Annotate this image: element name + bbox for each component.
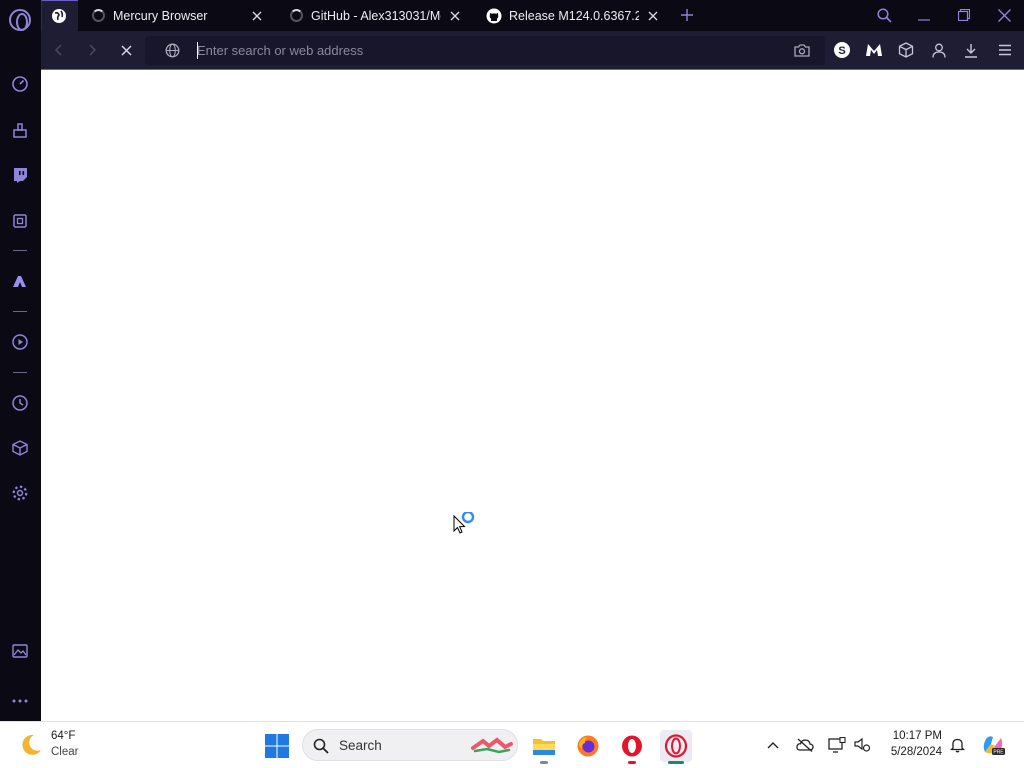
cpu-icon[interactable] [8,209,32,233]
weather-temperature[interactable]: 64°F [51,730,75,742]
sidebar [0,0,41,721]
loading-spinner [90,8,106,24]
clock-date[interactable]: 5/28/2024 [884,746,942,758]
text-caret [197,42,198,59]
tab-title: Release M124.0.6367.218 · [509,8,639,23]
network-display-icon[interactable] [827,735,847,755]
sidebar-separator [13,311,27,312]
close-icon[interactable] [645,8,661,24]
tab-search-icon[interactable] [872,4,896,26]
restore-button[interactable] [952,4,976,26]
gallery-icon[interactable] [8,639,32,663]
cloud-offline-icon[interactable] [795,735,815,755]
extensions-cube-icon[interactable] [896,40,916,60]
svg-text:S: S [838,45,845,57]
history-icon[interactable] [8,391,32,415]
s-extension-icon[interactable]: S [832,40,852,60]
tab-release[interactable]: Release M124.0.6367.218 · [477,0,669,31]
clock-time[interactable]: 10:17 PM [884,730,942,742]
camera-icon[interactable] [794,43,810,62]
opera-icon[interactable] [616,730,648,764]
svg-text:PRE: PRE [993,750,1004,756]
tab-github[interactable]: GitHub - Alex313031/Merc [279,0,471,31]
github-icon [486,8,502,24]
chevron-up-icon[interactable] [763,735,783,755]
toolbar: S [41,31,1024,70]
settings-icon[interactable] [8,481,32,505]
address-bar[interactable] [145,36,825,65]
box-icon[interactable] [8,436,32,460]
profile-icon[interactable] [929,40,949,60]
twitch-icon[interactable] [8,163,32,187]
player-icon[interactable] [8,330,32,354]
browser-logo-icon[interactable] [9,9,31,31]
download-icon[interactable] [961,40,981,60]
tab-strip: Mercury Browser GitHub - Alex313031/Merc… [41,0,1024,31]
file-explorer-icon[interactable] [528,730,560,764]
copilot-icon[interactable]: PRE [980,732,1006,758]
new-tab-button[interactable] [677,5,697,25]
close-icon[interactable] [447,8,463,24]
tab-title: GitHub - Alex313031/Merc [311,8,441,23]
aria-icon[interactable] [8,269,32,293]
tab-mercury-browser[interactable]: Mercury Browser [81,0,273,31]
sidebar-separator [13,372,27,373]
search-highlight-icon [471,737,513,754]
taskbar: 64°F Clear Search 10:17 PM 5/28/2024 PRE [0,721,1024,768]
bell-icon[interactable] [947,735,967,755]
more-icon[interactable] [8,689,32,713]
windows-start-icon[interactable] [264,733,290,759]
search-label: Search [339,738,382,753]
taskbar-search[interactable]: Search [302,729,518,761]
minimize-button[interactable] [912,4,936,26]
moon-icon[interactable] [18,732,44,758]
tab-active[interactable] [41,0,78,31]
close-window-button[interactable] [992,4,1016,26]
stop-button[interactable] [116,40,136,60]
page-content[interactable] [41,70,1024,721]
menu-icon[interactable] [995,40,1015,60]
sidebar-separator [13,250,27,251]
close-icon[interactable] [249,8,265,24]
firefox-icon[interactable] [572,730,604,762]
globe-icon [51,8,67,24]
address-input[interactable] [197,39,757,62]
opera-gx-icon[interactable] [660,730,692,764]
weather-condition[interactable]: Clear [51,746,78,758]
loading-spinner [288,8,304,24]
volume-settings-icon[interactable] [852,735,872,755]
forward-button[interactable] [82,40,102,60]
back-button[interactable] [49,40,69,60]
site-info-globe-icon[interactable] [165,43,180,63]
search-icon [313,738,329,754]
busy-cursor-icon [453,510,481,543]
speed-dial-icon[interactable] [8,72,32,96]
malwarebytes-icon[interactable] [864,40,884,60]
tab-title: Mercury Browser [113,8,208,23]
clean-icon[interactable] [8,118,32,142]
